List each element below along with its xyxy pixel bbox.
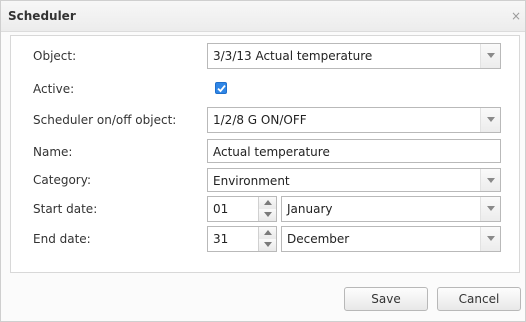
onoff-object-label: Scheduler on/off object: [33, 113, 177, 127]
end-month-select[interactable]: December [281, 226, 501, 252]
cancel-button[interactable]: Cancel [437, 287, 521, 311]
end-date-label: End date: [33, 232, 91, 246]
chevron-down-icon[interactable] [480, 44, 500, 68]
spin-down-icon[interactable] [258, 239, 276, 251]
scheduler-dialog: Scheduler × Object: 3/3/13 Actual temper… [0, 0, 526, 322]
onoff-object-value: 1/2/8 G ON/OFF [213, 113, 307, 127]
chevron-down-icon[interactable] [480, 227, 500, 251]
category-value: Environment [213, 174, 290, 188]
spin-down-icon[interactable] [258, 209, 276, 221]
onoff-object-select[interactable]: 1/2/8 G ON/OFF [207, 107, 501, 133]
name-input[interactable]: Actual temperature [207, 139, 501, 163]
start-month-value: January [287, 202, 333, 216]
save-button[interactable]: Save [344, 287, 428, 311]
form-panel: Object: 3/3/13 Actual temperature Active… [10, 35, 520, 273]
spin-up-icon[interactable] [258, 227, 276, 239]
spin-up-icon[interactable] [258, 197, 276, 209]
end-month-value: December [287, 232, 350, 246]
start-day-spinner[interactable]: 01 [207, 196, 277, 222]
name-label: Name: [33, 145, 73, 159]
chevron-down-icon[interactable] [480, 169, 500, 191]
dialog-title: Scheduler [8, 9, 76, 23]
category-select[interactable]: Environment [207, 168, 501, 192]
chevron-down-icon[interactable] [480, 108, 500, 132]
name-value: Actual temperature [213, 145, 330, 159]
chevron-down-icon[interactable] [480, 197, 500, 221]
end-day-value: 31 [213, 232, 229, 246]
dialog-titlebar[interactable]: Scheduler × [1, 1, 525, 32]
object-label: Object: [33, 49, 77, 63]
close-icon[interactable]: × [511, 8, 525, 24]
object-value: 3/3/13 Actual temperature [213, 49, 373, 63]
category-label: Category: [33, 173, 91, 187]
end-day-spinner[interactable]: 31 [207, 226, 277, 252]
active-checkbox[interactable] [215, 82, 227, 94]
start-month-select[interactable]: January [281, 196, 501, 222]
start-day-value: 01 [213, 202, 229, 216]
object-select[interactable]: 3/3/13 Actual temperature [207, 43, 501, 69]
start-date-label: Start date: [33, 202, 98, 216]
active-label: Active: [33, 82, 75, 96]
